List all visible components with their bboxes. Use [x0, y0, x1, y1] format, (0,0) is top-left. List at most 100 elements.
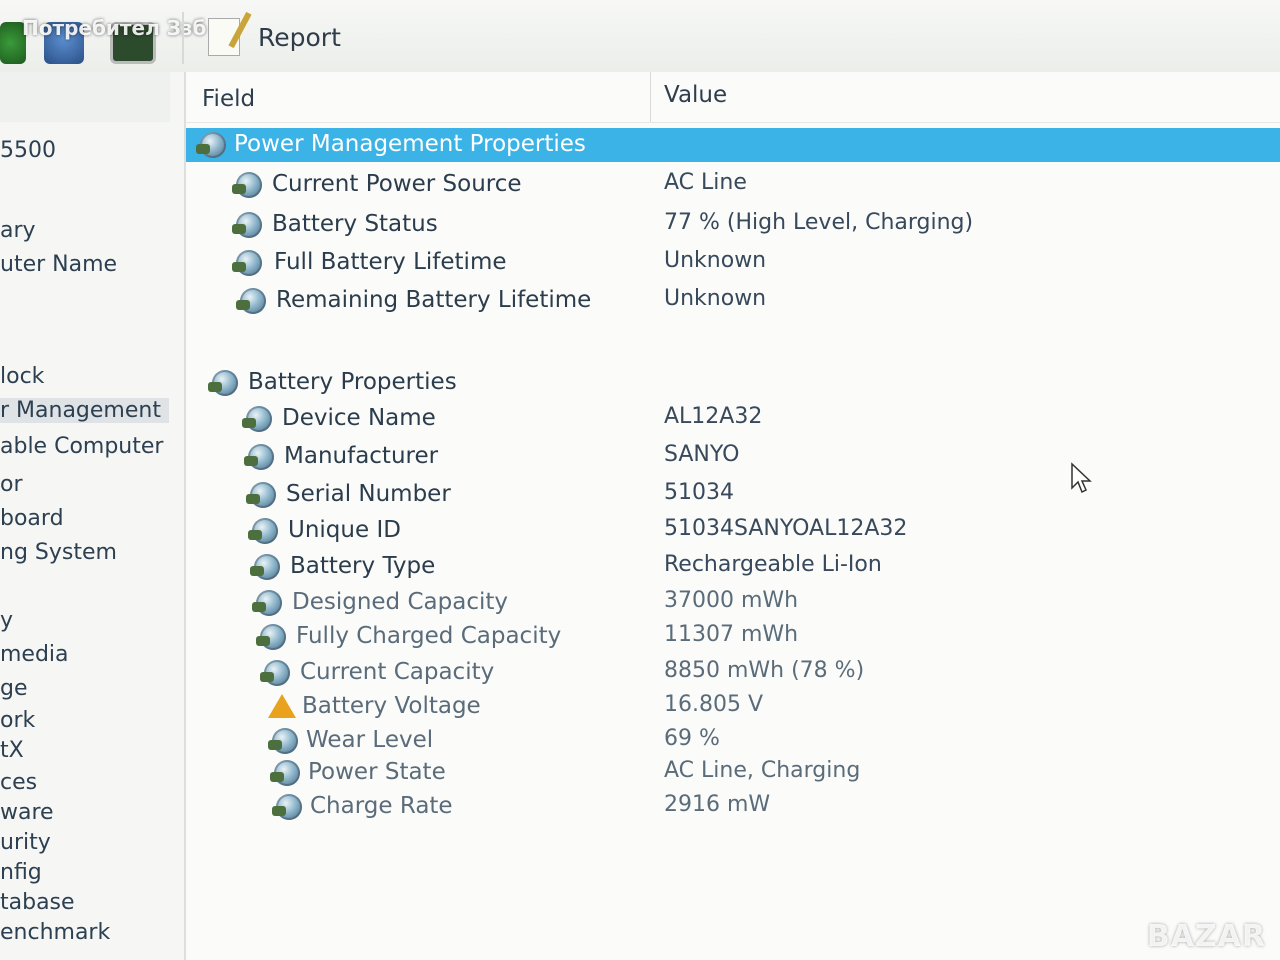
section-title: Power Management Properties	[234, 131, 586, 157]
field-value: 16.805 V	[664, 692, 764, 717]
table-row[interactable]: Unique ID 51034SANYOAL12A32	[186, 514, 1280, 548]
table-row[interactable]: Battery Type Rechargeable Li-Ion	[186, 550, 1280, 584]
field-value: 11307 mWh	[664, 622, 799, 647]
nav-item-portable-computer[interactable]: able Computer	[0, 434, 163, 459]
watermark-logo: BAZAR	[1146, 919, 1266, 954]
table-row[interactable]: Manufacturer SANYO	[186, 440, 1280, 474]
nav-item-motherboard[interactable]: board	[0, 506, 64, 531]
power-icon	[252, 590, 282, 616]
nav-item-config[interactable]: nfig	[0, 860, 42, 885]
section-header-battery[interactable]: Battery Properties	[186, 366, 1280, 400]
field-name: Power State	[308, 759, 446, 785]
table-row[interactable]: Device Name AL12A32	[186, 402, 1280, 436]
report-icon	[208, 18, 240, 56]
table-row[interactable]: Wear Level 69 %	[186, 724, 1280, 758]
table-row[interactable]: Serial Number 51034	[186, 478, 1280, 512]
power-icon	[232, 212, 262, 238]
power-icon	[256, 624, 286, 650]
toolbar: Потребител Ззб Report	[0, 0, 1280, 72]
mouse-cursor-icon	[1071, 462, 1092, 494]
watermark-overlay-text: Потребител Ззб	[22, 16, 207, 40]
power-icon	[242, 406, 272, 432]
details-panel: Field Value Power Management Properties …	[186, 72, 1280, 960]
field-name: Current Power Source	[272, 171, 522, 197]
nav-item-computer[interactable]: 5500	[0, 138, 56, 163]
field-value: 51034	[664, 480, 734, 505]
field-name: Manufacturer	[284, 443, 439, 469]
table-row[interactable]: Battery Status 77 % (High Level, Chargin…	[186, 208, 1280, 242]
nav-item-clock[interactable]: lock	[0, 364, 44, 389]
column-header-value[interactable]: Value	[664, 82, 727, 108]
field-value: 8850 mWh (78 %)	[664, 658, 865, 683]
section-title: Battery Properties	[248, 369, 457, 395]
table-row[interactable]: Current Capacity 8850 mWh (78 %)	[186, 656, 1280, 690]
column-divider[interactable]	[650, 72, 651, 122]
table-row[interactable]: Fully Charged Capacity 11307 mWh	[186, 620, 1280, 654]
field-name: Fully Charged Capacity	[296, 623, 562, 649]
power-icon	[260, 660, 290, 686]
field-value: 37000 mWh	[664, 588, 799, 613]
nav-item-computer-name[interactable]: uter Name	[0, 252, 117, 277]
section-header-power-management[interactable]: Power Management Properties	[186, 128, 1280, 162]
nav-item-benchmark[interactable]: enchmark	[0, 920, 110, 945]
field-name: Remaining Battery Lifetime	[276, 287, 592, 313]
nav-item-power-management[interactable]: r Management	[0, 398, 169, 423]
power-icon	[244, 444, 274, 470]
field-name: Current Capacity	[300, 659, 495, 685]
table-row[interactable]: Battery Voltage 16.805 V	[186, 690, 1280, 724]
power-icon	[250, 554, 280, 580]
power-icon	[196, 132, 226, 158]
field-value: Unknown	[664, 248, 767, 273]
field-name: Unique ID	[288, 517, 401, 543]
power-icon	[246, 482, 276, 508]
nav-item-database[interactable]: tabase	[0, 890, 75, 915]
nav-item-display[interactable]: y	[0, 608, 13, 633]
table-row[interactable]: Remaining Battery Lifetime Unknown	[186, 284, 1280, 318]
field-name: Full Battery Lifetime	[274, 249, 507, 275]
field-value: 77 % (High Level, Charging)	[664, 210, 974, 235]
nav-item-multimedia[interactable]: media	[0, 642, 69, 667]
warning-icon	[268, 694, 296, 718]
column-header-field[interactable]: Field	[202, 86, 255, 112]
field-value: AC Line	[664, 170, 747, 195]
power-icon	[232, 250, 262, 276]
field-value: AC Line, Charging	[664, 758, 861, 783]
table-row[interactable]: Power State AC Line, Charging	[186, 756, 1280, 790]
field-value: 51034SANYOAL12A32	[664, 516, 908, 541]
nav-item-software[interactable]: ware	[0, 800, 54, 825]
table-row[interactable]: Current Power Source AC Line	[186, 168, 1280, 202]
nav-item-storage[interactable]: ge	[0, 676, 28, 701]
power-icon	[232, 172, 262, 198]
table-row[interactable]: Full Battery Lifetime Unknown	[186, 246, 1280, 280]
field-name: Designed Capacity	[292, 589, 508, 615]
field-value: SANYO	[664, 442, 740, 467]
power-icon	[236, 288, 266, 314]
field-name: Charge Rate	[310, 793, 453, 819]
report-button[interactable]: Report	[208, 14, 341, 60]
power-icon	[248, 518, 278, 544]
nav-item-security[interactable]: urity	[0, 830, 51, 855]
field-name: Battery Voltage	[302, 693, 481, 719]
field-name: Serial Number	[286, 481, 451, 507]
power-icon	[272, 794, 302, 820]
column-header: Field Value	[186, 72, 1280, 123]
field-value: 69 %	[664, 726, 720, 751]
power-icon	[208, 370, 238, 396]
field-name: Battery Status	[272, 211, 438, 237]
power-icon	[270, 760, 300, 786]
navigation-tree: 5500 ary uter Name lock r Management abl…	[0, 72, 186, 960]
table-row[interactable]: Designed Capacity 37000 mWh	[186, 586, 1280, 620]
field-value: Unknown	[664, 286, 767, 311]
table-row[interactable]: Charge Rate 2916 mW	[186, 790, 1280, 824]
field-name: Wear Level	[306, 727, 434, 753]
nav-item-sensor[interactable]: or	[0, 472, 23, 497]
nav-item-operating-system[interactable]: ng System	[0, 540, 117, 565]
field-value: AL12A32	[664, 404, 763, 429]
report-button-label: Report	[258, 22, 341, 52]
nav-item-devices[interactable]: ces	[0, 770, 37, 795]
nav-item-directx[interactable]: tX	[0, 738, 24, 763]
nav-item-summary[interactable]: ary	[0, 218, 36, 243]
field-value: 2916 mW	[664, 792, 771, 817]
nav-item-network[interactable]: ork	[0, 708, 35, 733]
field-name: Device Name	[282, 405, 436, 431]
